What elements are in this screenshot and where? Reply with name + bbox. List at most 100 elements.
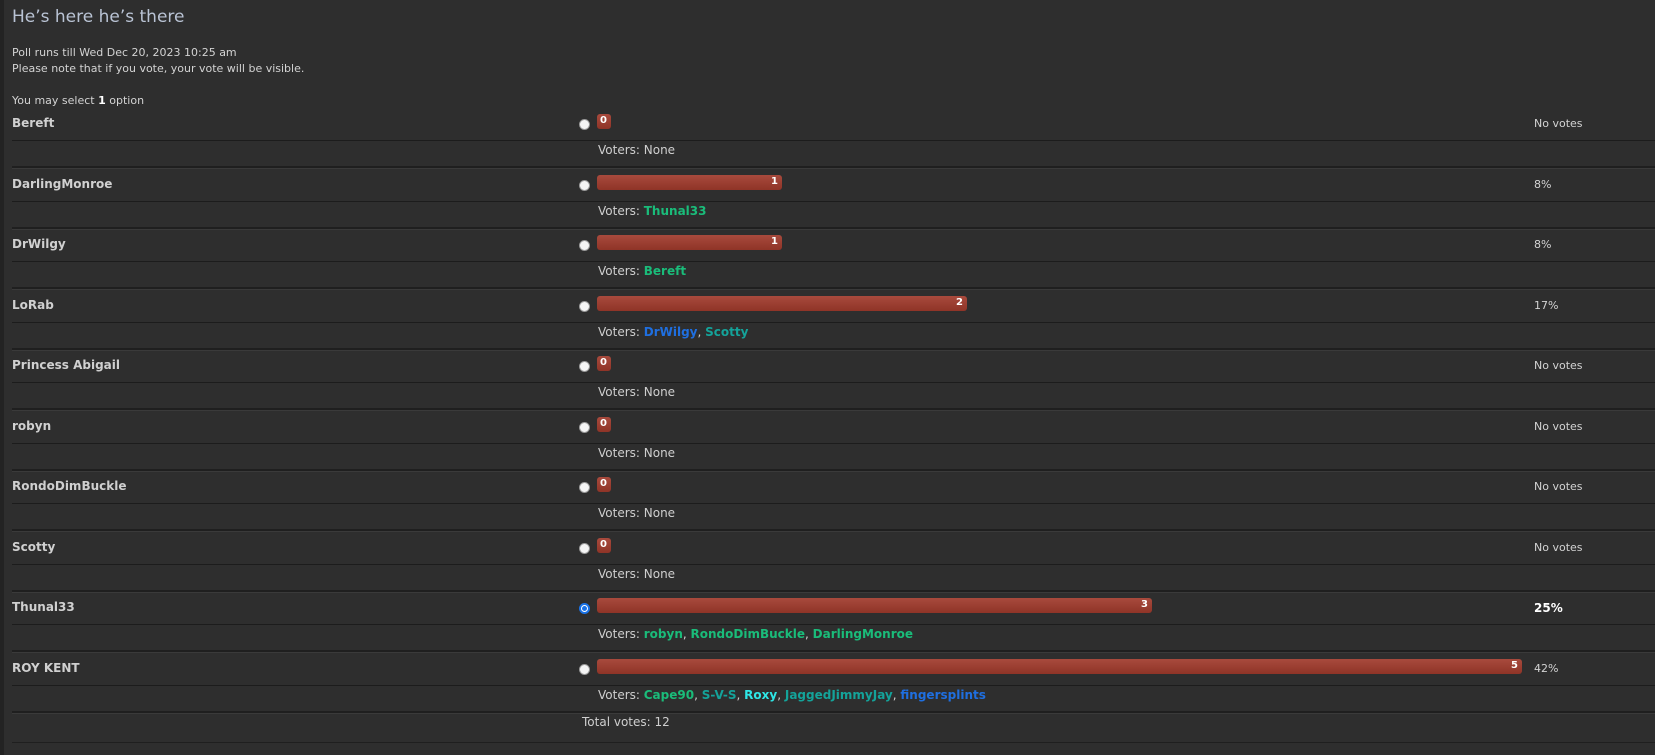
voter-link[interactable]: RondoDimBuckle [691,627,805,641]
voter-link[interactable]: JaggedJimmyJay [785,688,893,702]
poll-option-row: robyn 0 No votes Voters: None [12,413,1655,473]
voters-list: Voters: Cape90, S-V-S, Roxy, JaggedJimmy… [598,688,986,702]
vote-bar: 5 [597,659,1522,674]
voters-label: Voters: [598,446,644,460]
bottom-divider [12,742,1655,743]
poll-option-label: robyn [12,419,52,433]
voters-list: Voters: Thunal33 [598,204,706,218]
vote-bar-track: 0 [597,538,1522,554]
voter-link[interactable]: S-V-S [702,688,737,702]
voters-list: Voters: DrWilgy, Scotty [598,325,748,339]
vote-count: 2 [956,297,963,308]
vote-percent: No votes [1534,420,1583,433]
vote-percent: 25% [1534,601,1563,615]
poll-option-row: DarlingMonroe 1 8% Voters: Thunal33 [12,171,1655,231]
poll-option-radio[interactable] [579,603,590,614]
vote-bar-track: 5 [597,659,1522,675]
poll-option-row: Bereft 0 No votes Voters: None [12,110,1655,170]
select-count: 1 [98,94,106,107]
voter-link[interactable]: Roxy [744,688,777,702]
option-separator [12,650,1655,653]
poll-option-row: LoRab 2 17% Voters: DrWilgy, Scotty [12,292,1655,352]
vote-bar: 1 [597,235,782,250]
voter-link[interactable]: robyn [644,627,683,641]
voter-link[interactable]: DarlingMonroe [813,627,913,641]
voters-list: Voters: None [598,385,675,399]
option-separator [12,711,1655,714]
poll-option-radio[interactable] [579,361,590,372]
poll-option-row: Scotty 0 No votes Voters: None [12,534,1655,594]
poll-option-label: ROY KENT [12,661,80,675]
row-divider [12,624,1655,625]
vote-bar: 0 [597,356,611,371]
poll-title: He’s here he’s there [12,7,185,27]
vote-bar: 3 [597,598,1152,613]
poll-option-radio[interactable] [579,422,590,433]
poll-option-radio[interactable] [579,543,590,554]
voter-link[interactable]: Thunal33 [644,204,707,218]
no-voters-text: None [643,143,676,157]
poll-option-radio[interactable] [579,119,590,130]
row-divider [12,322,1655,323]
option-separator [12,348,1655,351]
poll-option-label: Bereft [12,116,55,130]
voter-link[interactable]: fingersplints [900,688,985,702]
vote-percent: No votes [1534,359,1583,372]
vote-count: 0 [600,115,607,126]
voter-link[interactable]: Bereft [644,264,686,278]
voter-link[interactable]: Cape90 [644,688,694,702]
voters-list: Voters: None [598,567,675,581]
vote-count: 1 [771,236,778,247]
vote-count: 0 [600,539,607,550]
voters-list: Voters: None [598,446,675,460]
voters-label: Voters: [598,567,644,581]
poll-option-label: Thunal33 [12,600,75,614]
vote-bar: 0 [597,114,611,129]
vote-bar: 2 [597,296,967,311]
poll-option-row: DrWilgy 1 8% Voters: Bereft [12,231,1655,291]
vote-percent: 17% [1534,299,1559,312]
poll-option-radio[interactable] [579,240,590,251]
no-voters-text: None [643,385,676,399]
row-divider [12,140,1655,141]
voter-separator: , [805,627,813,641]
row-divider [12,503,1655,504]
poll-option-label: RondoDimBuckle [12,479,127,493]
voter-link[interactable]: DrWilgy [644,325,698,339]
vote-count: 1 [771,176,778,187]
vote-count: 0 [600,478,607,489]
poll-option-radio[interactable] [579,180,590,191]
voter-link[interactable]: Scotty [705,325,748,339]
vote-bar-track: 2 [597,296,1522,312]
left-border [0,0,4,755]
option-separator [12,590,1655,593]
vote-bar: 0 [597,538,611,553]
poll-option-radio[interactable] [579,482,590,493]
vote-count: 5 [1511,660,1518,671]
poll-option-label: DrWilgy [12,237,66,251]
option-separator [12,227,1655,230]
voters-list: Voters: None [598,506,675,520]
poll-option-radio[interactable] [579,664,590,675]
vote-bar-track: 0 [597,114,1522,130]
vote-percent: No votes [1534,541,1583,554]
row-divider [12,685,1655,686]
poll-option-row: RondoDimBuckle 0 No votes Voters: None [12,473,1655,533]
no-voters-text: None [643,506,676,520]
vote-bar: 1 [597,175,782,190]
vote-percent: 8% [1534,178,1552,191]
voters-list: Voters: Bereft [598,264,686,278]
vote-percent: No votes [1534,480,1583,493]
select-limit-text: You may select 1 option [12,94,144,107]
poll-option-label: LoRab [12,298,54,312]
voter-separator: , [777,688,785,702]
row-divider [12,382,1655,383]
poll-option-radio[interactable] [579,301,590,312]
option-separator [12,529,1655,532]
select-suffix: option [105,94,145,107]
vote-bar-track: 0 [597,477,1522,493]
voters-list: Voters: robyn, RondoDimBuckle, DarlingMo… [598,627,913,641]
option-separator [12,166,1655,169]
poll-option-label: Scotty [12,540,56,554]
row-divider [12,201,1655,202]
